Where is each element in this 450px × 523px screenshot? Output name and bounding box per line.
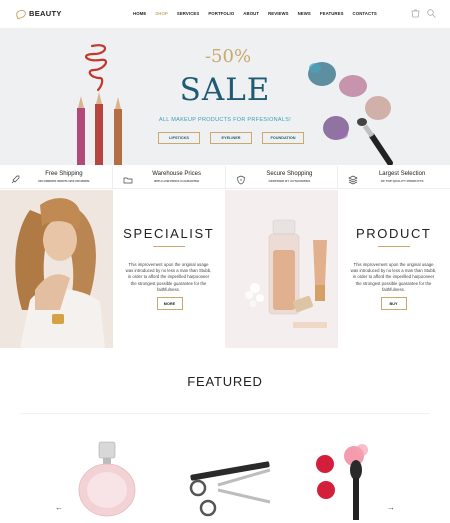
nav-shop[interactable]: SHOP [155, 11, 168, 16]
carousel-prev-arrow-icon[interactable]: ← [52, 500, 66, 514]
scissors-icon [189, 461, 271, 517]
nav-contacts[interactable]: CONTACTS [353, 11, 377, 16]
header: BEAUTY HOME SHOP SERVICES PORTFOLIO ABOU… [0, 0, 450, 28]
sale-hero-banner: -50% SALE ALL MAKEUP PRODUCTS FOR PRFESI… [0, 28, 450, 165]
powder-splash-icon [308, 62, 391, 140]
nav-news[interactable]: NEWS [298, 11, 311, 16]
eyeliner-button[interactable]: EYELINER [210, 132, 252, 144]
feature-subtitle: OF TOP QUALITY PRODUCTS [380, 179, 424, 183]
buy-button[interactable]: BUY [380, 297, 407, 310]
product-title: PRODUCT [356, 226, 432, 241]
logo-icon [14, 8, 28, 19]
specialist-title: SPECIALIST [123, 226, 215, 241]
logo[interactable]: BEAUTY [14, 8, 62, 19]
cart-icon[interactable] [409, 7, 421, 19]
carousel-next-arrow-icon[interactable]: → [384, 500, 398, 514]
feature-title: Largest Selection [378, 171, 426, 177]
feature-subtitle: CERTIFIED BY AUTHORITIES [268, 179, 311, 183]
featured-product-scissors[interactable] [178, 430, 278, 523]
nav-about[interactable]: ABOUT [243, 11, 259, 16]
promo-grid: SPECIALIST This improvement upon the ori… [0, 190, 450, 348]
nav-features[interactable]: FEATURES [320, 11, 344, 16]
nav-services[interactable]: SERVICES [177, 11, 199, 16]
product-text: This improvement upon the original usage… [350, 262, 437, 292]
feature-title: Warehouse Prices [152, 171, 202, 177]
feature-secure-shopping: Secure Shopping CERTIFIED BY AUTHORITIES [226, 166, 339, 188]
feature-subtitle: ON ORDERS WORTH $50 OR MORE [38, 179, 90, 183]
nav-home[interactable]: HOME [133, 11, 146, 16]
more-button[interactable]: MORE [156, 297, 183, 310]
featured-product-perfume[interactable] [72, 430, 142, 523]
featured-title: FEATURED [187, 374, 263, 389]
hero-category-buttons: LIPSTICKS EYELINER FOUNDATION [158, 132, 304, 144]
logo-text: BEAUTY [29, 9, 62, 18]
header-icons [409, 7, 437, 19]
specialist-panel: SPECIALIST This improvement upon the ori… [112, 190, 225, 348]
nav-reviews[interactable]: REVIEWS [268, 11, 289, 16]
sale-subtitle: ALL MAKEUP PRODUCTS FOR PRFESIONALS! [158, 117, 292, 123]
foundation-bottles-image [225, 190, 338, 348]
lipsticks-button[interactable]: LIPSTICKS [158, 132, 200, 144]
sale-title: SALE [179, 72, 271, 108]
lipstick-swirl-icon [84, 44, 108, 92]
nail-polish-brush-icon [316, 444, 368, 520]
model-portrait-image [0, 190, 113, 348]
featured-divider [20, 413, 430, 414]
foundation-button[interactable]: FOUNDATION [262, 132, 304, 144]
feature-warehouse-prices: Warehouse Prices WITH LOW PRICE GUARANTE… [113, 166, 226, 188]
perfume-bottle-icon [78, 441, 136, 517]
specialist-text: This improvement upon the original usage… [125, 262, 212, 292]
search-icon[interactable] [425, 7, 437, 19]
sale-percent: -50% [204, 46, 252, 67]
nav-portfolio[interactable]: PORTFOLIO [208, 11, 234, 16]
pencils-icon [77, 92, 122, 165]
feature-title: Free Shipping [45, 171, 83, 177]
main-nav: HOME SHOP SERVICES PORTFOLIO ABOUT REVIE… [133, 11, 386, 16]
featured-product-nail-polish[interactable] [310, 430, 390, 523]
product-panel: PRODUCT This improvement upon the origin… [337, 190, 450, 348]
features-strip: Free Shipping ON ORDERS WORTH $50 OR MOR… [0, 166, 450, 189]
feature-title: Secure Shopping [266, 171, 313, 177]
feature-largest-selection: Largest Selection OF TOP QUALITY PRODUCT… [338, 166, 450, 188]
feature-free-shipping: Free Shipping ON ORDERS WORTH $50 OR MOR… [0, 166, 113, 188]
cosmetics-photo [225, 190, 338, 348]
model-photo [0, 190, 113, 348]
makeup-brush-icon [357, 118, 393, 165]
product-divider [377, 246, 410, 247]
feature-subtitle: WITH LOW PRICE GUARANTEE [153, 179, 200, 183]
specialist-divider [152, 246, 185, 247]
